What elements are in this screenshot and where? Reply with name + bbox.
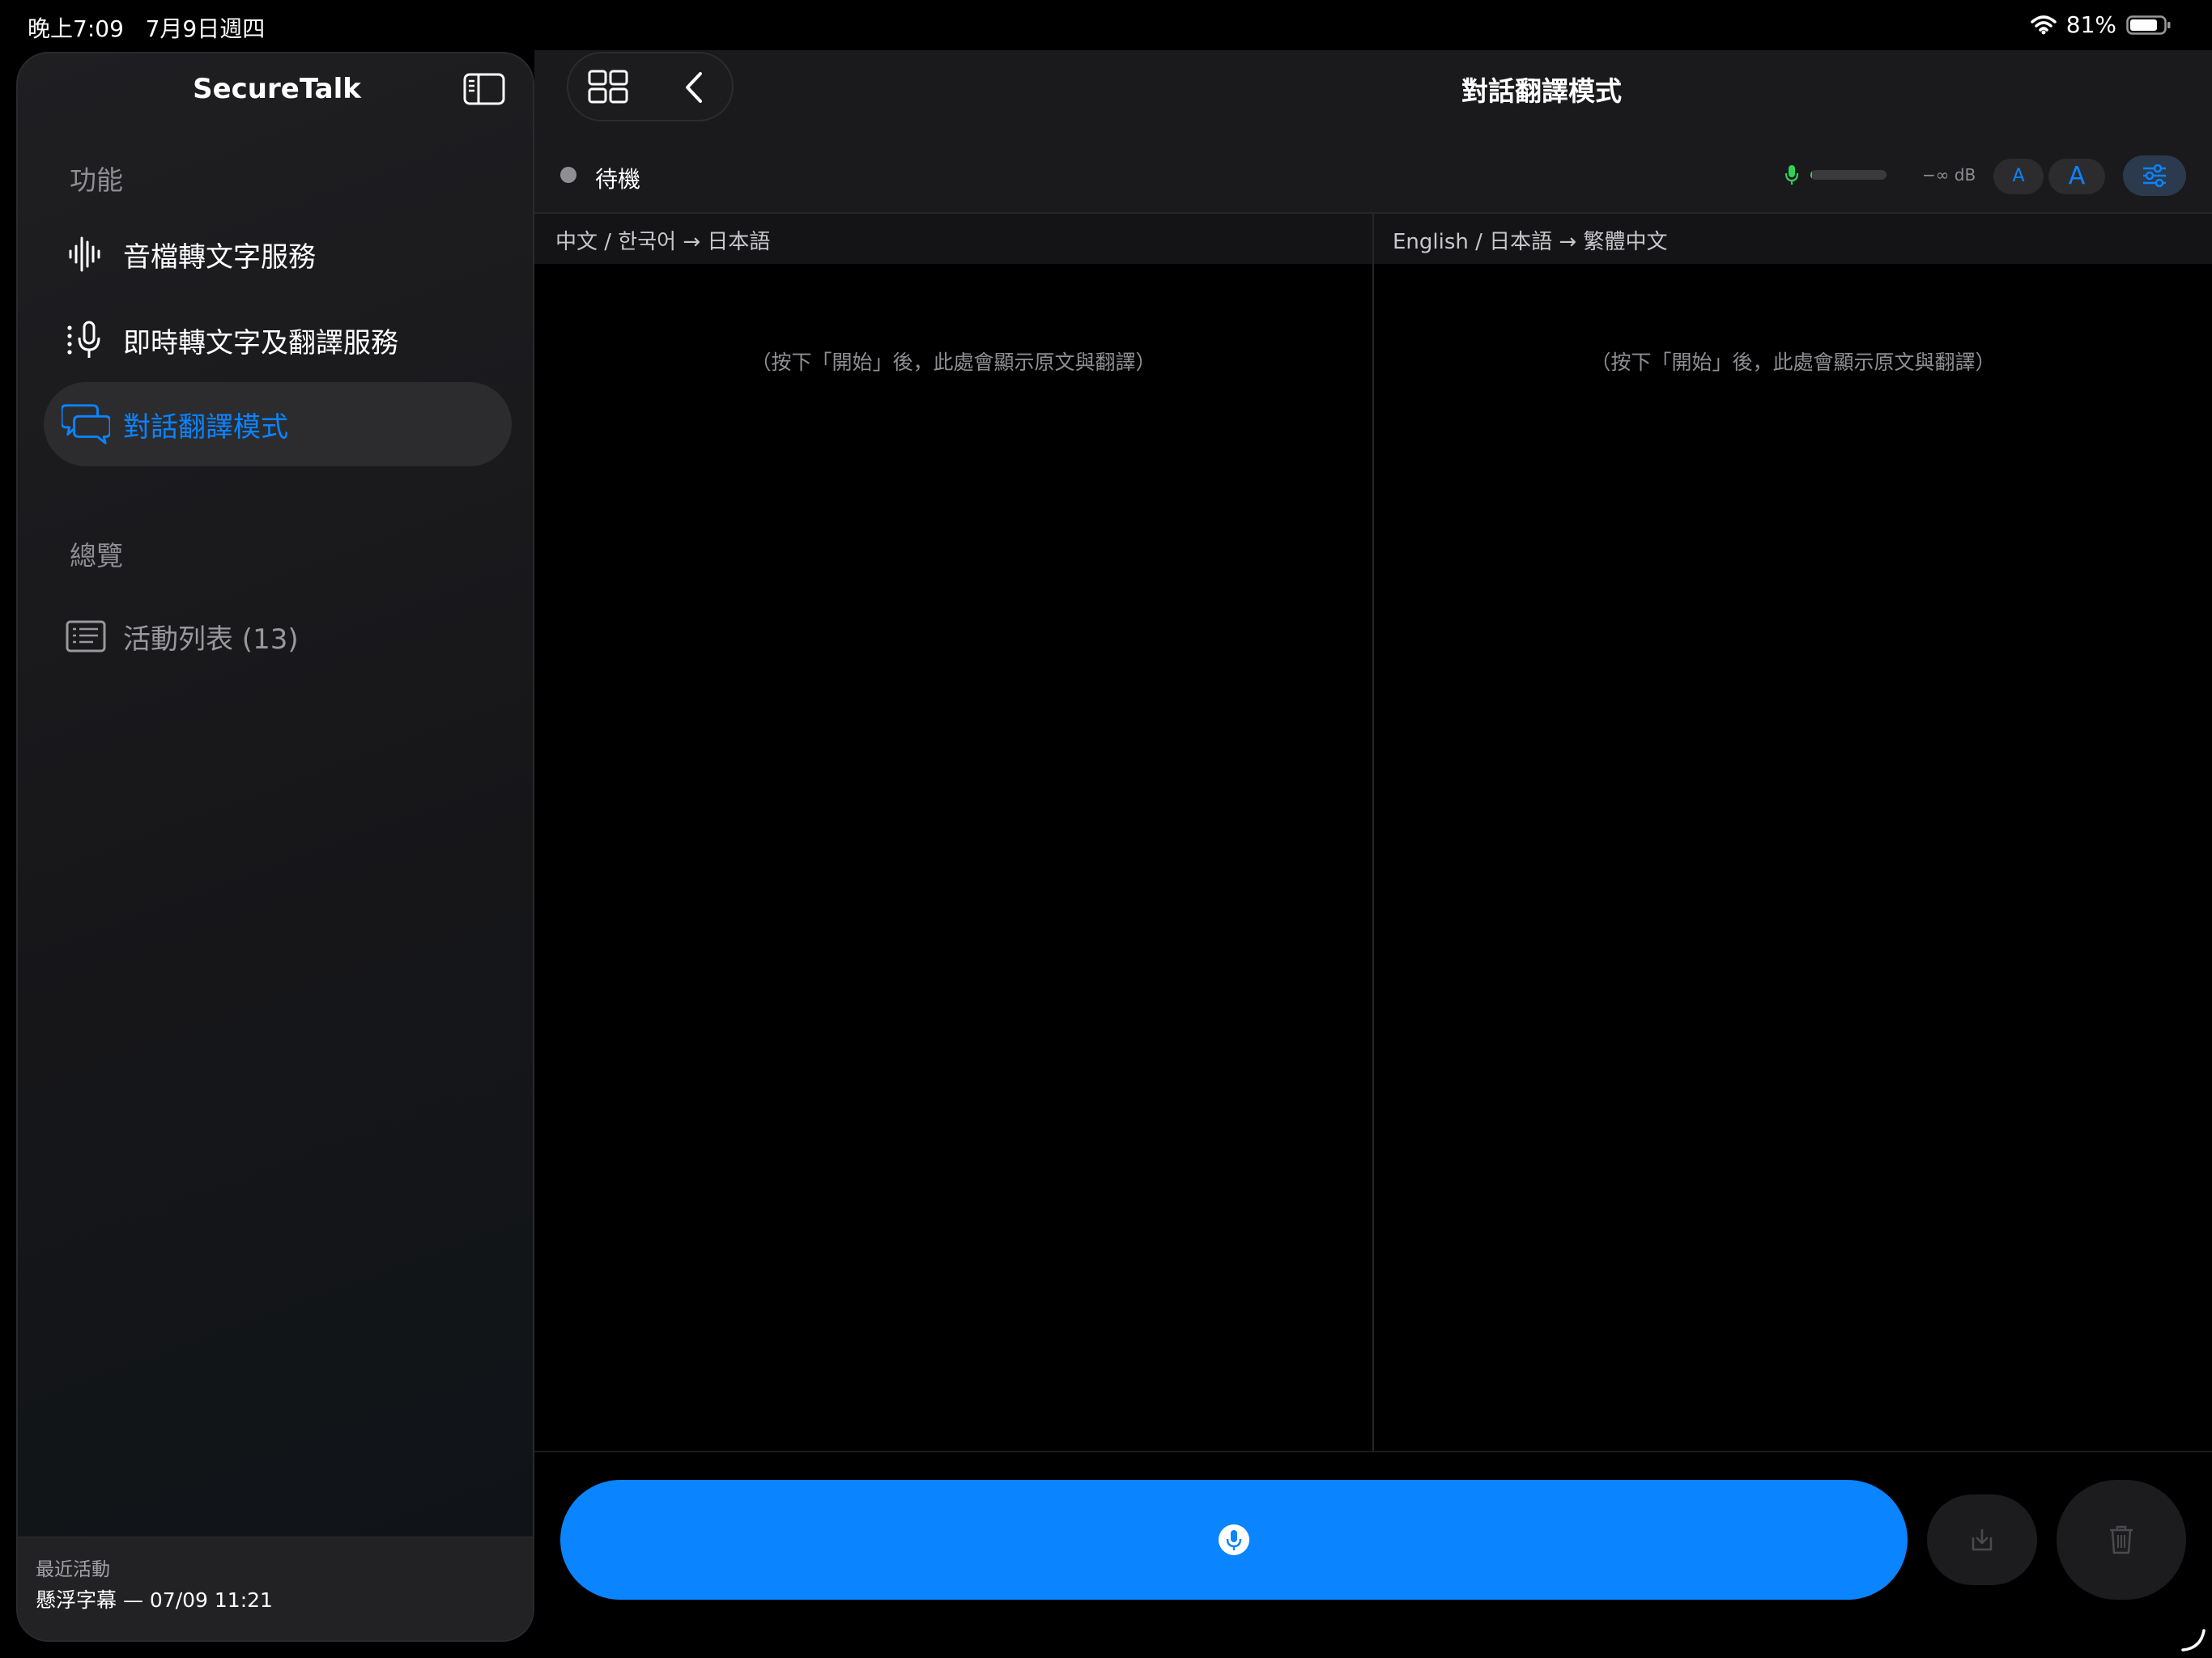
toolbar-pill	[567, 52, 734, 121]
overview-heading: 總覽	[70, 540, 123, 572]
left-pane-placeholder: （按下「開始」後，此處會顯示原文與翻譯）	[751, 351, 1156, 374]
back-chevron-icon[interactable]	[683, 71, 704, 104]
battery-icon	[2126, 14, 2172, 36]
sidebar-item-label: 即時轉文字及翻譯服務	[123, 326, 398, 359]
waveform-icon	[62, 235, 110, 274]
sidebar-item-label: 對話翻譯模式	[123, 410, 288, 444]
export-button[interactable]	[1927, 1494, 2037, 1585]
microphone-icon	[62, 320, 110, 360]
sidebar-toggle-icon[interactable]	[463, 73, 505, 105]
mic-level-meter	[1810, 170, 1887, 180]
trash-icon	[2108, 1524, 2134, 1555]
microphone-icon	[1218, 1524, 1250, 1556]
status-time: 晚上7:09	[28, 15, 124, 42]
chat-bubbles-icon	[62, 403, 110, 445]
recent-activity-label: 最近活動	[36, 1559, 110, 1580]
sidebar-item-label: 音檔轉文字服務	[123, 240, 316, 274]
sidebar-item-activity-list[interactable]: 活動列表 (13)	[44, 594, 512, 678]
right-pane-language: English / 日本語 → 繁體中文	[1393, 230, 1668, 254]
start-record-button[interactable]	[560, 1480, 1908, 1600]
status-bar-datetime: 晚上7:09 7月9日週四	[28, 11, 265, 44]
recent-activity-footer[interactable]: 最近活動 懸浮字幕 — 07/09 11:21	[18, 1537, 533, 1640]
font-size-decrease-button[interactable]: A	[1993, 159, 2044, 194]
status-date: 7月9日週四	[145, 15, 266, 42]
delete-button[interactable]	[2057, 1480, 2186, 1600]
battery-percent: 81%	[2065, 11, 2116, 38]
sidebar-item-audio-transcription[interactable]: 音檔轉文字服務	[44, 212, 512, 296]
download-icon	[1968, 1526, 1996, 1554]
status-bar-right: 81%	[2031, 11, 2172, 38]
bottom-divider	[534, 1451, 2212, 1452]
status-indicator-dot	[560, 167, 576, 183]
wifi-icon	[2031, 15, 2057, 35]
features-heading: 功能	[70, 164, 123, 196]
sliders-icon	[2142, 164, 2167, 187]
page-title: 對話翻譯模式	[1461, 75, 1622, 107]
sidebar: SecureTalk 功能 音檔轉文字服務 即時轉文字及翻譯服務 對話翻譯模式 …	[16, 52, 534, 1642]
pane-divider	[1372, 214, 1374, 1452]
app-title: SecureTalk	[193, 73, 361, 105]
recent-activity-value: 懸浮字幕 — 07/09 11:21	[36, 1588, 273, 1612]
left-pane-language: 中文 / 한국어 → 日本語	[555, 230, 771, 254]
mic-level-icon	[1784, 164, 1799, 186]
right-pane-placeholder: （按下「開始」後，此處會顯示原文與翻譯）	[1590, 351, 1996, 374]
grid-icon[interactable]	[588, 70, 628, 104]
sidebar-item-label: 活動列表 (13)	[123, 623, 299, 656]
settings-button[interactable]	[2123, 155, 2186, 196]
font-size-increase-button[interactable]: A	[2048, 159, 2105, 194]
status-text: 待機	[595, 166, 641, 193]
sidebar-item-conversation-translation[interactable]: 對話翻譯模式	[44, 382, 512, 466]
list-icon	[62, 620, 110, 653]
db-readout: −∞ dB	[1922, 165, 1976, 185]
sidebar-item-live-translation[interactable]: 即時轉文字及翻譯服務	[44, 298, 512, 382]
resize-corner-icon	[2180, 1626, 2207, 1653]
